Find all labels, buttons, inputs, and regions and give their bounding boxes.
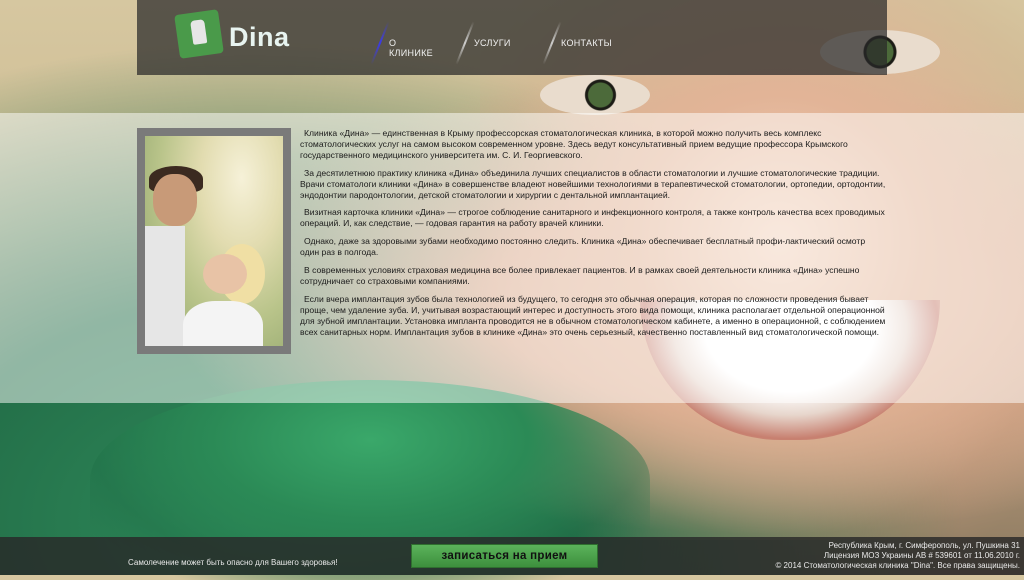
- nav-divider: [542, 21, 562, 65]
- nav-item-contacts[interactable]: КОНТАКТЫ: [561, 38, 612, 48]
- footer-copyright: © 2014 Стоматологическая клиника "Dina".…: [775, 561, 1020, 570]
- article-paragraph: В современных условиях страховая медицин…: [300, 265, 860, 286]
- background-eye-left: [540, 75, 650, 115]
- nav-item-services[interactable]: УСЛУГИ: [474, 38, 511, 48]
- nav-item-about[interactable]: О КЛИНИКЕ: [389, 38, 433, 58]
- article-paragraph: Однако, даже за здоровыми зубами необход…: [300, 236, 866, 258]
- about-article: Клиника «Дина» — единственная в Крыму пр…: [300, 128, 886, 345]
- article-paragraph: Визитная карточка клиники «Дина» — строг…: [300, 207, 885, 229]
- couple-photo-frame: [137, 128, 291, 354]
- health-warning: Самолечение может быть опасно для Вашего…: [128, 558, 338, 567]
- footer-license: Лицензия МОЗ Украины АВ # 539601 от 11.0…: [823, 551, 1020, 560]
- book-appointment-button[interactable]: записаться на прием: [411, 544, 598, 568]
- article-paragraph: Клиника «Дина» — единственная в Крыму пр…: [300, 128, 848, 160]
- site-logo[interactable]: Dina: [174, 9, 297, 64]
- logo-text: Dina: [229, 22, 290, 52]
- couple-photo: [145, 136, 283, 346]
- article-paragraph: Если вчера имплантация зубов была технол…: [300, 293, 886, 337]
- nav-divider: [370, 21, 390, 65]
- footer-address: Республика Крым, г. Симферополь, ул. Пуш…: [828, 541, 1020, 550]
- nav-divider: [455, 21, 475, 65]
- site-header: Dina О КЛИНИКЕ УСЛУГИ КОНТАКТЫ: [137, 0, 887, 75]
- footer-info: Республика Крым, г. Симферополь, ул. Пуш…: [775, 541, 1020, 571]
- article-paragraph: За десятилетнюю практику клиника «Дина» …: [300, 167, 886, 200]
- tooth-implant-icon: [174, 9, 224, 59]
